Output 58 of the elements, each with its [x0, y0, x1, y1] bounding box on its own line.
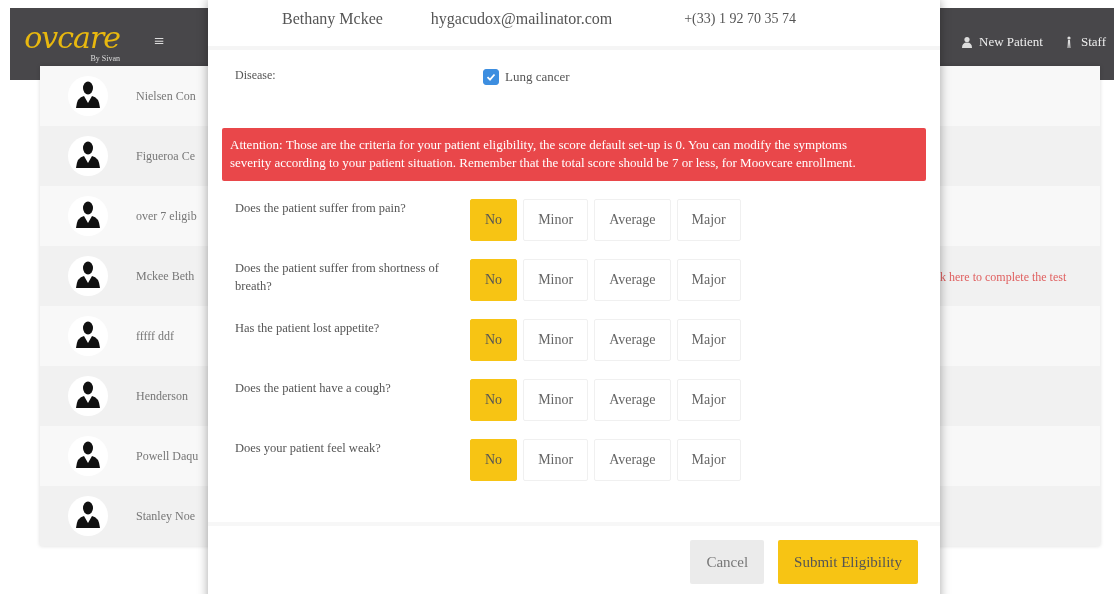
question-text: Does the patient have a cough? — [234, 380, 392, 397]
severity-option[interactable]: No — [470, 259, 518, 301]
severity-option[interactable]: Average — [594, 319, 671, 361]
person-icon — [961, 36, 974, 48]
attention-alert: Attention: Those are the criteria for your patient eligibility, the score default set-up is 0. You can modify the symptoms severity according to your patient situation. Remember that the total score should be 7 or less, for Moovcare enrollment. — [222, 128, 926, 181]
patient-name: Bethany Mckee — [282, 10, 383, 28]
logo-subtitle: By Sivan — [90, 53, 120, 63]
severity-option[interactable]: Average — [594, 439, 671, 481]
nav-link[interactable]: Staff — [1062, 34, 1106, 50]
patient-phone: +(33) 1 92 70 35 74 — [684, 11, 796, 27]
checkmark-icon — [485, 71, 497, 83]
patient-email: hygacudox@mailinator.com — [430, 10, 613, 28]
severity-option[interactable]: No — [470, 379, 518, 421]
patient-name[interactable]: Henderson — [136, 388, 208, 404]
submit-button[interactable]: Submit Eligibility — [778, 540, 918, 584]
severity-option[interactable]: Major — [676, 379, 741, 421]
severity-option[interactable]: Major — [676, 259, 741, 301]
question-text: Does the patient suffer from shortness of breath? — [234, 260, 440, 295]
patient-name[interactable]: Powell Daqu — [136, 448, 208, 464]
person-avatar-icon — [68, 256, 108, 296]
severity-option[interactable]: No — [470, 199, 518, 241]
person-avatar-icon — [68, 316, 108, 356]
severity-option[interactable]: Average — [594, 199, 671, 241]
patient-name[interactable]: Stanley Noe — [136, 508, 208, 524]
severity-option[interactable]: Major — [676, 439, 741, 481]
severity-option[interactable]: Minor — [523, 199, 589, 241]
severity-option[interactable]: Minor — [523, 439, 589, 481]
disease-label: Disease: — [234, 68, 277, 84]
patient-name[interactable]: over 7 eligib — [136, 208, 208, 224]
person-avatar-icon — [68, 76, 108, 116]
question-text: Does your patient feel weak? — [234, 440, 382, 457]
severity-option[interactable]: Minor — [523, 319, 589, 361]
logo-text[interactable]: ovcare — [24, 21, 120, 54]
patient-name[interactable]: Nielsen Con — [136, 88, 208, 104]
severity-option[interactable]: No — [470, 439, 518, 481]
cancel-button[interactable]: Cancel — [690, 540, 765, 584]
question-text: Has the patient lost appetite? — [234, 320, 381, 337]
disease-option-label: Lung cancer — [505, 69, 570, 85]
question-text: Does the patient suffer from pain? — [234, 200, 407, 217]
severity-option[interactable]: Minor — [523, 259, 589, 301]
complete-test-link[interactable]: k here to complete the test — [940, 270, 1067, 284]
menu-icon[interactable]: ≡ — [154, 30, 165, 52]
checkbox[interactable] — [483, 69, 499, 85]
patient-name[interactable]: Figueroa Ce — [136, 148, 208, 164]
severity-option[interactable]: Major — [676, 199, 741, 241]
nav-link[interactable]: New Patient — [961, 34, 1043, 50]
person-avatar-icon — [68, 436, 108, 476]
patient-name[interactable]: Mckee Beth — [136, 268, 208, 284]
person-avatar-icon — [68, 376, 108, 416]
severity-option[interactable]: No — [470, 319, 518, 361]
person-avatar-icon — [68, 136, 108, 176]
severity-option[interactable]: Minor — [523, 379, 589, 421]
severity-option[interactable]: Average — [594, 259, 671, 301]
patient-name[interactable]: fffff ddf — [136, 328, 208, 344]
person-avatar-icon — [68, 196, 108, 236]
person-avatar-icon — [68, 496, 108, 536]
severity-option[interactable]: Major — [676, 319, 741, 361]
severity-option[interactable]: Average — [594, 379, 671, 421]
